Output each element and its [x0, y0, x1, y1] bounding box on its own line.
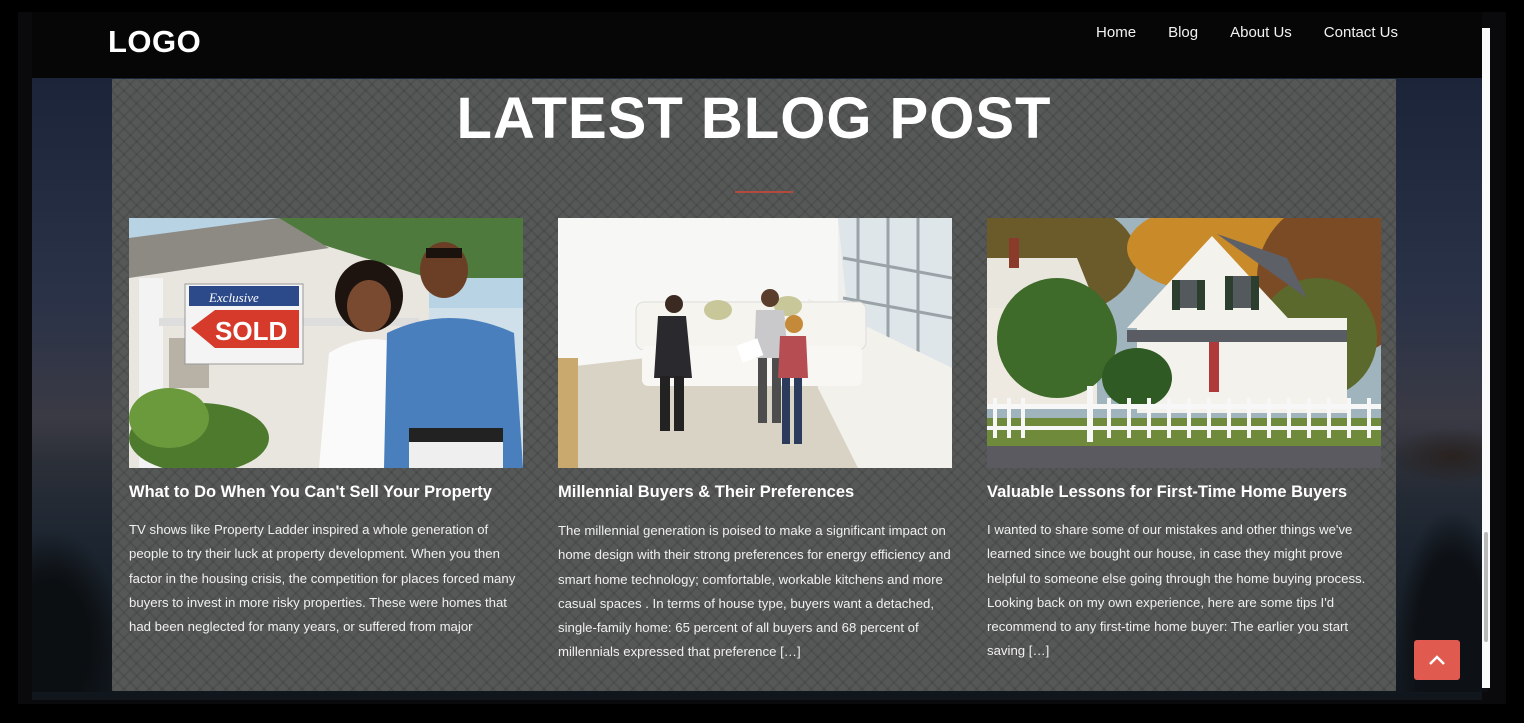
blog-card: Valuable Lessons for First-Time Home Buy… [987, 218, 1381, 664]
post-excerpt: The millennial generation is poised to m… [558, 523, 951, 660]
post-image-couple-sold-sign[interactable]: Exclusive SOLD [129, 218, 523, 468]
site-header: LOGO Home Blog About Us Contact Us [32, 12, 1482, 78]
post-title[interactable]: What to Do When You Can't Sell Your Prop… [129, 483, 523, 501]
section-title: LATEST BLOG POST [456, 86, 1052, 151]
nav-home[interactable]: Home [1096, 24, 1136, 41]
blog-card: Millennial Buyers & Their Preferences Th… [558, 218, 952, 665]
blog-card: Exclusive SOLD What to Do When You Can't… [129, 218, 523, 639]
post-image-agent-handshake[interactable] [558, 218, 952, 468]
scrollbar-thumb[interactable] [1484, 532, 1488, 642]
chevron-up-icon [1429, 655, 1445, 665]
background-rocks-left [32, 532, 122, 692]
back-to-top-button[interactable] [1414, 640, 1460, 680]
nav-contact-us[interactable]: Contact Us [1324, 24, 1398, 41]
post-title[interactable]: Valuable Lessons for First-Time Home Buy… [987, 483, 1381, 501]
sign-sold-text: SOLD [215, 316, 287, 346]
latest-blog-section: LATEST BLOG POST Exclusive SOLD What to … [112, 79, 1396, 691]
post-image-house-picket-fence[interactable] [987, 218, 1381, 468]
site-logo[interactable]: LOGO [108, 24, 201, 60]
post-excerpt: TV shows like Property Ladder inspired a… [129, 522, 516, 635]
post-title[interactable]: Millennial Buyers & Their Preferences [558, 483, 952, 501]
sign-top-text: Exclusive [208, 290, 259, 305]
nav-about-us[interactable]: About Us [1230, 24, 1292, 41]
title-divider [735, 191, 793, 193]
nav-blog[interactable]: Blog [1168, 24, 1198, 41]
post-excerpt: I wanted to share some of our mistakes a… [987, 522, 1366, 659]
browser-viewport: LOGO Home Blog About Us Contact Us LATES… [18, 12, 1506, 704]
main-nav: Home Blog About Us Contact Us [1096, 24, 1398, 41]
